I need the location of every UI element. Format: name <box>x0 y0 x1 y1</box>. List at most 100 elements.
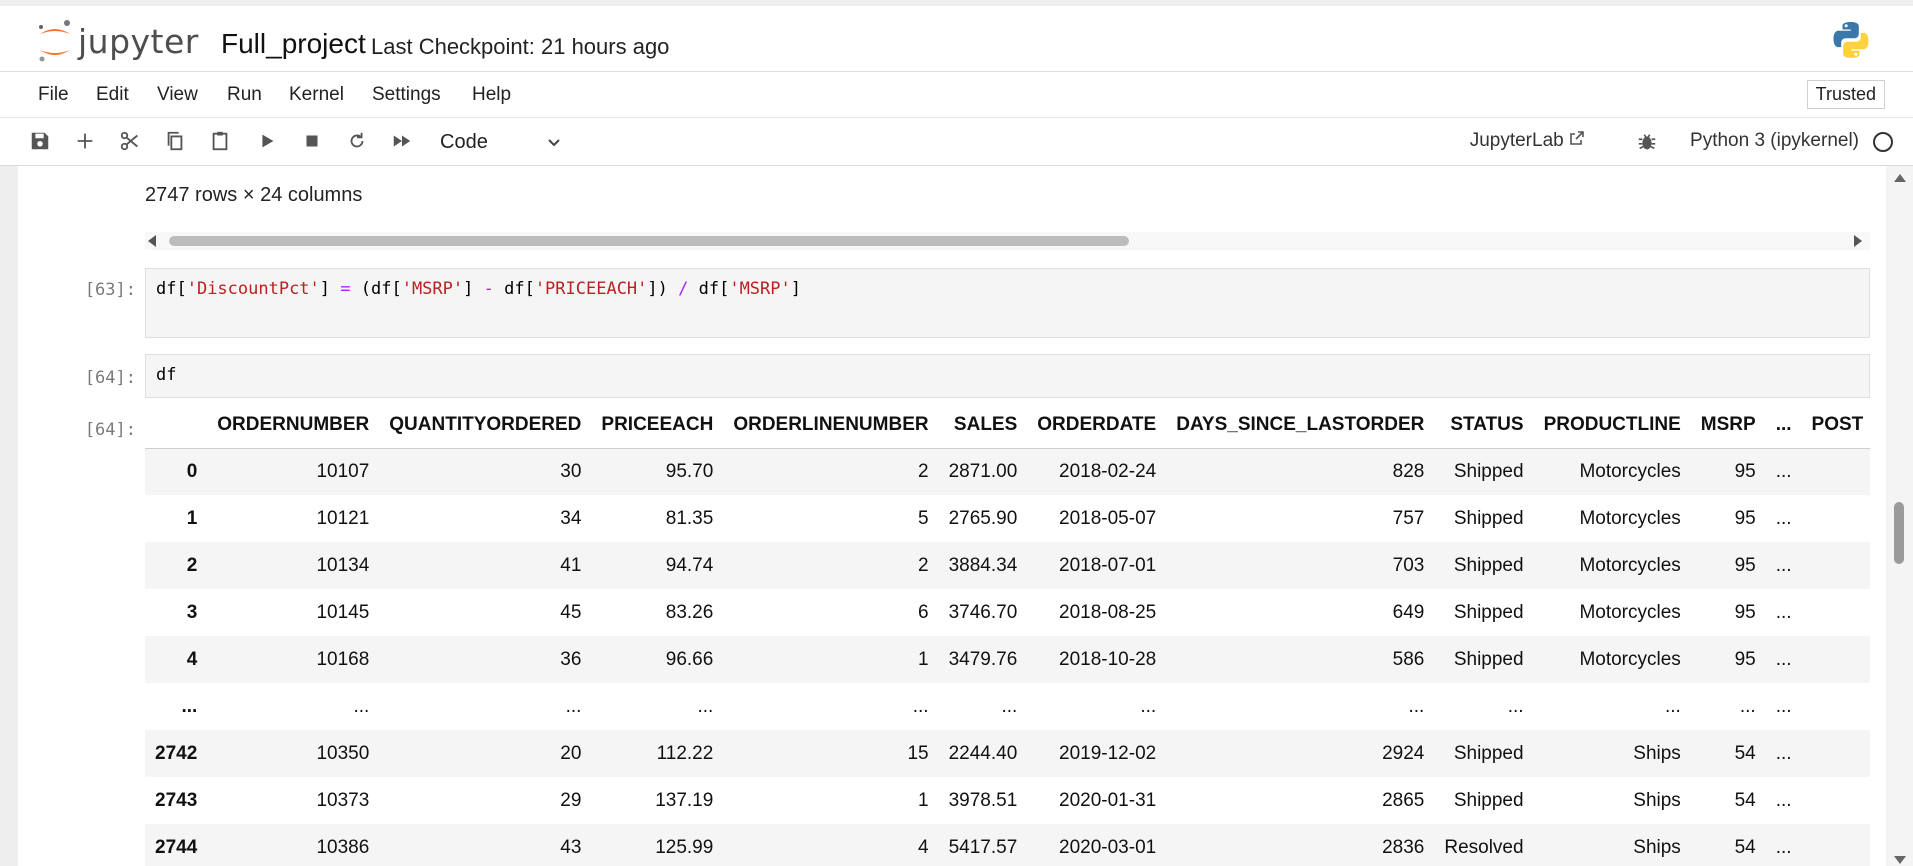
jupyterlab-label: JupyterLab <box>1469 130 1564 151</box>
table-cell: ... <box>1507 695 1524 717</box>
code-cell-64[interactable]: df <box>145 354 1870 398</box>
table-cell: ... <box>565 695 582 717</box>
restart-icon[interactable] <box>344 128 370 154</box>
table-cell: ... <box>1739 695 1756 717</box>
column-header <box>145 402 208 449</box>
run-icon[interactable] <box>254 128 280 154</box>
table-cell: Ships <box>1633 836 1681 858</box>
external-link-icon <box>1570 131 1584 145</box>
scrollbar-thumb[interactable] <box>169 236 1129 246</box>
table-cell: ... <box>353 695 370 717</box>
table-cell: 2865 <box>1382 789 1425 811</box>
table-cell: 3884.34 <box>948 554 1018 576</box>
table-cell: 2020-03-01 <box>1059 836 1157 858</box>
menu-help[interactable]: Help <box>472 84 511 106</box>
table-cell: 1 <box>918 789 929 811</box>
table-body: 0 10107 30 95.70 2 2871.00 2018-02-24 828 Shippe… <box>145 448 1870 866</box>
menu-edit[interactable]: Edit <box>96 84 129 106</box>
code-cell-63[interactable]: df['DiscountPct'] = (df['MSRP'] - df['PR… <box>145 268 1870 338</box>
table-cell: 3978.51 <box>948 789 1018 811</box>
jupyter-logo-text: jupyter <box>78 21 199 61</box>
cell-prompt: [64]: <box>84 368 136 388</box>
column-header: ... <box>1765 402 1802 449</box>
notebook-toolbar: Code JupyterLab Python 3 (ipykernel) <box>0 118 1913 166</box>
trusted-indicator[interactable]: Trusted <box>1806 80 1885 109</box>
menu-kernel[interactable]: Kernel <box>289 84 344 106</box>
menu-file[interactable]: File <box>38 84 69 106</box>
vertical-scrollbar-thumb[interactable] <box>1894 502 1904 564</box>
table-cell: 2018-08-25 <box>1059 601 1157 623</box>
code-token: = <box>340 279 351 299</box>
notebook-vertical-scrollbar[interactable] <box>1886 166 1913 866</box>
table-cell: 3479.76 <box>948 648 1018 670</box>
stop-icon[interactable] <box>299 128 325 154</box>
table-cell: 29 <box>560 789 582 811</box>
table-cell: 137.19 <box>655 789 714 811</box>
kernel-status-icon <box>1873 132 1893 152</box>
table-cell: Shipped <box>1453 507 1524 529</box>
column-header: SALES <box>938 402 1028 449</box>
table-cell: Ships <box>1633 789 1681 811</box>
menu-view[interactable]: View <box>157 84 198 106</box>
output-prompt: [64]: <box>84 420 136 440</box>
table-row: 2743 10373 29 137.19 1 3978.51 2020-01-31 2865 S… <box>145 777 1870 824</box>
code-token: df[ <box>156 279 187 299</box>
code-token: 'PRICEEACH' <box>534 279 648 299</box>
table-cell: 10107 <box>316 460 370 482</box>
scroll-down-icon[interactable] <box>1894 856 1906 864</box>
debugger-icon[interactable] <box>1634 129 1660 155</box>
code-token: df <box>156 365 177 385</box>
notebook-title[interactable]: Full_project <box>221 28 366 60</box>
menu-settings[interactable]: Settings <box>372 84 441 106</box>
scroll-left-icon[interactable] <box>148 235 156 247</box>
table-cell: 2836 <box>1382 836 1425 858</box>
save-icon[interactable] <box>27 128 53 154</box>
table-cell: 2 <box>918 460 929 482</box>
table-cell: ... <box>1775 554 1792 576</box>
table-cell: 20 <box>560 742 582 764</box>
table-cell: 54 <box>1734 836 1756 858</box>
table-cell: Shipped <box>1453 554 1524 576</box>
table-cell: 2018-02-24 <box>1059 460 1157 482</box>
menu-bar: File Edit View Run Kernel Settings Help … <box>0 72 1913 118</box>
table-cell: Shipped <box>1453 789 1524 811</box>
table-cell: 10386 <box>316 836 370 858</box>
table-cell: 828 <box>1392 460 1425 482</box>
table-cell: Motorcycles <box>1579 554 1681 576</box>
table-cell <box>1802 730 1870 777</box>
row-index: 2743 <box>155 789 198 811</box>
table-cell: 2018-07-01 <box>1059 554 1157 576</box>
code-token: (df[ <box>350 279 402 299</box>
table-cell: ... <box>1408 695 1425 717</box>
table-cell: Shipped <box>1453 742 1524 764</box>
menu-run[interactable]: Run <box>227 84 262 106</box>
table-cell: 2765.90 <box>948 507 1018 529</box>
column-header: ORDERDATE <box>1027 402 1167 449</box>
scroll-right-icon[interactable] <box>1854 235 1862 247</box>
dataframe-shape: 2747 rows × 24 columns <box>145 184 363 206</box>
table-cell: ... <box>1775 836 1792 858</box>
table-cell: 586 <box>1392 648 1425 670</box>
fast-forward-icon[interactable] <box>389 128 415 154</box>
table-cell: 96.66 <box>665 648 714 670</box>
paste-icon[interactable] <box>207 128 233 154</box>
table-cell: 10134 <box>316 554 370 576</box>
jupyterlab-link[interactable]: JupyterLab <box>1470 130 1585 152</box>
cut-icon[interactable] <box>117 128 143 154</box>
kernel-name[interactable]: Python 3 (ipykernel) <box>1690 130 1859 152</box>
scroll-up-icon[interactable] <box>1894 174 1906 182</box>
chevron-down-icon <box>548 139 560 147</box>
add-cell-icon[interactable] <box>72 128 98 154</box>
table-cell: 95 <box>1734 460 1756 482</box>
table-cell: 10121 <box>316 507 370 529</box>
code-token: 'MSRP' <box>401 279 464 299</box>
cell-type-select[interactable]: Code <box>440 128 566 156</box>
table-cell: 30 <box>560 460 582 482</box>
column-header: PRICEEACH <box>591 402 724 449</box>
table-row: 4 10168 36 96.66 1 3479.76 2018-10-28 586 Shippe… <box>145 636 1870 683</box>
output-horizontal-scrollbar[interactable] <box>145 232 1870 250</box>
jupyter-logo[interactable]: jupyter <box>36 18 199 64</box>
column-header: MSRP <box>1690 402 1766 449</box>
copy-icon[interactable] <box>162 128 188 154</box>
code-token: df[ <box>688 279 730 299</box>
